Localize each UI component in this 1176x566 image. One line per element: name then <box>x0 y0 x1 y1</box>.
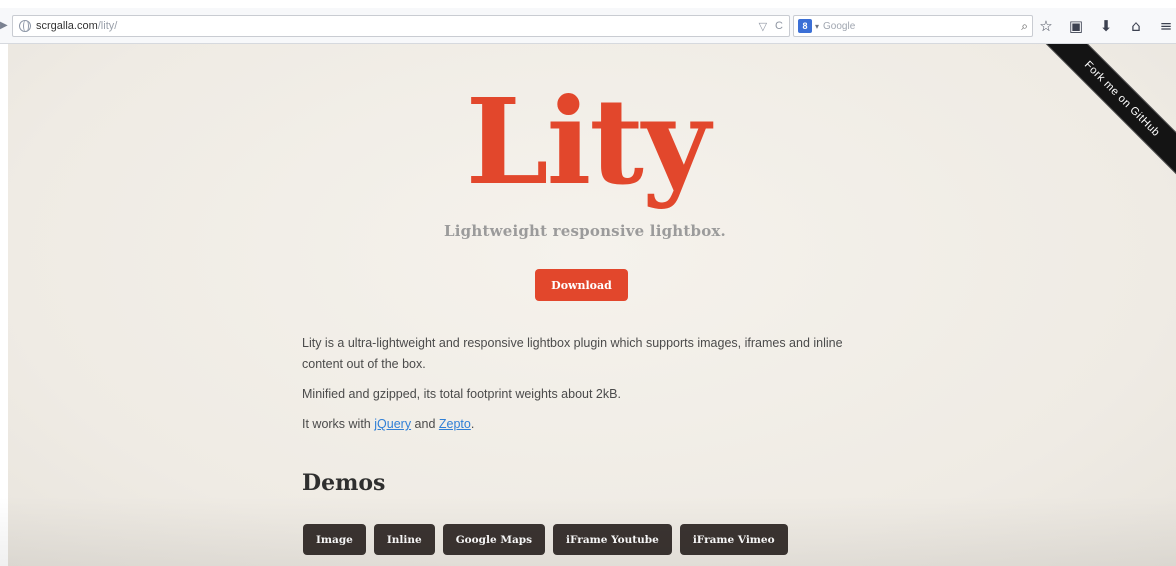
search-engine-icon[interactable]: 8 <box>798 19 812 33</box>
clipboard-icon[interactable]: ▣ <box>1068 16 1084 36</box>
demo-iframe-youtube-button[interactable]: iFrame Youtube <box>553 524 672 555</box>
reload-icon[interactable]: C <box>775 20 783 33</box>
lity-logo: Lity <box>465 72 711 211</box>
star-icon[interactable]: ☆ <box>1038 16 1054 36</box>
demo-inline-button[interactable]: Inline <box>373 524 435 555</box>
search-engine-caret[interactable]: ▾ <box>815 22 819 31</box>
page-edge <box>0 44 8 566</box>
search-placeholder: Google <box>823 20 856 32</box>
url-path: /lity/ <box>97 20 118 32</box>
works-with-paragraph: It works with jQuery and Zepto. <box>302 414 882 435</box>
dropdown-icon[interactable]: ▽ <box>759 20 767 33</box>
intro-paragraph: Lity is a ultra-lightweight and responsi… <box>302 336 843 371</box>
toolbar-icons: ☆ ▣ ⬇ ⌂ ≡ <box>1038 16 1174 36</box>
magnifier-icon[interactable]: ⌕ <box>1021 19 1028 34</box>
web-page: Fork me on GitHub Lity Lightweight respo… <box>0 44 1176 566</box>
zepto-link[interactable]: Zepto <box>439 417 471 431</box>
home-icon[interactable]: ⌂ <box>1128 16 1144 36</box>
demo-image-button[interactable]: Image <box>303 524 366 555</box>
url-host: scrgalla.com <box>36 20 98 32</box>
jquery-link[interactable]: jQuery <box>374 417 411 431</box>
footprint-paragraph: Minified and gzipped, its total footprin… <box>302 387 621 401</box>
menu-icon[interactable]: ≡ <box>1158 16 1174 36</box>
fork-me-ribbon[interactable]: Fork me on GitHub <box>1040 44 1176 181</box>
download-button[interactable]: Download <box>535 269 628 301</box>
address-bar[interactable]: scrgalla.com /lity/ ▽ C <box>12 15 790 37</box>
globe-icon <box>19 20 31 32</box>
download-icon[interactable]: ⬇ <box>1098 16 1114 36</box>
search-input[interactable]: 8 ▾ Google ⌕ <box>793 15 1033 37</box>
tagline: Lightweight responsive lightbox. <box>444 222 726 240</box>
demos-heading: Demos <box>302 470 386 496</box>
works-with-prefix: It works with <box>302 417 375 431</box>
url-tools: ▽ C <box>759 20 783 33</box>
demo-google-maps-button[interactable]: Google Maps <box>442 524 546 555</box>
back-icon[interactable]: ▶ <box>0 20 10 32</box>
intro-content: Lity is a ultra-lightweight and responsi… <box>302 333 882 444</box>
works-with-and: and <box>411 417 439 431</box>
demo-buttons: Image Inline Google Maps iFrame Youtube … <box>303 524 788 555</box>
works-with-suffix: . <box>470 417 475 431</box>
demo-iframe-vimeo-button[interactable]: iFrame Vimeo <box>679 524 788 555</box>
browser-toolbar: ▶ scrgalla.com /lity/ ▽ C 8 ▾ Google ⌕ ☆… <box>0 8 1176 44</box>
